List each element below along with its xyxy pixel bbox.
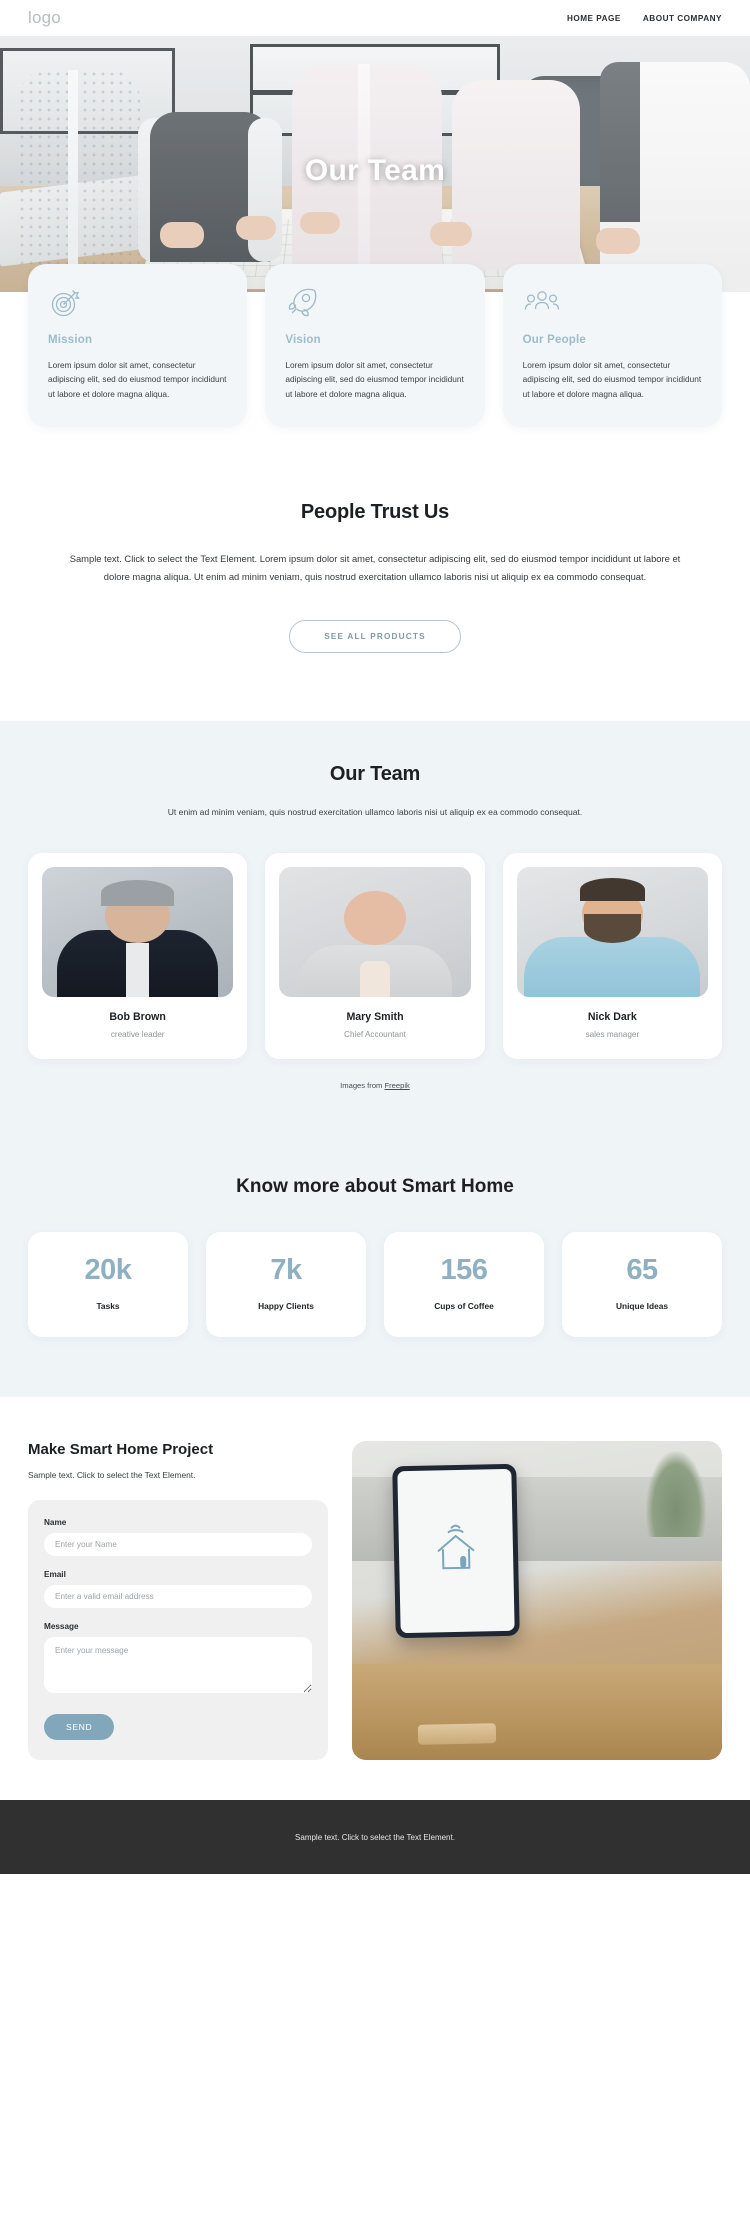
team-member-photo	[42, 867, 234, 998]
email-label: Email	[44, 1570, 66, 1580]
image-credit: Images from Freepik	[0, 1081, 750, 1090]
feature-text: Lorem ipsum dolor sit amet, consectetur …	[285, 360, 464, 399]
trust-button-wrap: SEE ALL PRODUCTS	[0, 620, 750, 654]
stat-card-tasks[interactable]: 20k Tasks	[28, 1232, 188, 1338]
stat-label: Cups of Coffee	[434, 1301, 494, 1312]
footer-text: Sample text. Click to select the Text El…	[295, 1832, 455, 1842]
contact-title: Make Smart Home Project	[28, 1441, 214, 1459]
contact-section: Make Smart Home Project Sample text. Cli…	[0, 1397, 750, 1801]
team-member-card[interactable]: Bob Brown creative leader	[28, 853, 248, 1060]
team-header: Our Team Ut enim ad minim veniam, quis n…	[0, 763, 750, 821]
freepik-link[interactable]: Freepik	[384, 1081, 409, 1090]
send-button[interactable]: SEND	[44, 1714, 115, 1741]
team-member-role: creative leader	[110, 1030, 165, 1040]
trust-text: Sample text. Click to select the Text El…	[69, 552, 681, 583]
name-label: Name	[44, 1518, 67, 1528]
stat-value: 7k	[270, 1254, 302, 1287]
stat-label: Tasks	[96, 1301, 120, 1312]
people-icon	[523, 286, 702, 320]
stats-grid: 20k Tasks 7k Happy Clients 156 Cups of C…	[0, 1232, 750, 1338]
hero-section: Our Team	[0, 36, 750, 292]
email-field-group: Email	[44, 1570, 312, 1609]
tablet-device	[392, 1463, 520, 1639]
feature-card-mission[interactable]: Mission Lorem ipsum dolor sit amet, cons…	[28, 264, 248, 427]
trust-section: People Trust Us Sample text. Click to se…	[0, 426, 750, 722]
feature-text: Lorem ipsum dolor sit amet, consectetur …	[48, 360, 227, 399]
team-member-photo	[516, 867, 708, 998]
name-field-group: Name	[44, 1518, 312, 1557]
trust-title: People Trust Us	[300, 500, 450, 523]
team-member-card[interactable]: Nick Dark sales manager	[502, 853, 722, 1060]
image-credit-prefix: Images from	[340, 1081, 385, 1091]
nav-item-about-company[interactable]: ABOUT COMPANY	[643, 14, 722, 23]
stat-card-happy-clients[interactable]: 7k Happy Clients	[206, 1232, 366, 1338]
see-all-products-button[interactable]: SEE ALL PRODUCTS	[289, 620, 461, 654]
feature-title: Vision	[285, 334, 321, 346]
nav-item-home-page[interactable]: HOME PAGE	[567, 14, 621, 23]
site-header: logo HOME PAGE ABOUT COMPANY	[0, 0, 750, 36]
stat-value: 156	[440, 1254, 488, 1287]
site-footer: Sample text. Click to select the Text El…	[0, 1800, 750, 1875]
stat-value: 65	[626, 1254, 658, 1287]
stat-label: Unique Ideas	[615, 1301, 669, 1312]
main-nav: HOME PAGE ABOUT COMPANY	[567, 14, 722, 23]
contact-subtitle: Sample text. Click to select the Text El…	[28, 1470, 196, 1481]
stat-label: Happy Clients	[258, 1301, 314, 1312]
stat-card-unique-ideas[interactable]: 65 Unique Ideas	[562, 1232, 722, 1338]
hero-title: Our Team	[304, 154, 446, 187]
message-label: Message	[44, 1622, 79, 1632]
stat-value: 20k	[84, 1254, 132, 1287]
page-root: logo HOME PAGE ABOUT COMPANY Our Team Mi…	[0, 0, 750, 1875]
contact-image	[352, 1441, 722, 1761]
stats-title: Know more about Smart Home	[236, 1176, 514, 1198]
message-textarea[interactable]	[44, 1637, 312, 1694]
target-icon	[48, 286, 227, 320]
team-section: Our Team Ut enim ad minim veniam, quis n…	[0, 721, 750, 1131]
feature-title: Our People	[522, 334, 587, 346]
tablet-stand	[417, 1723, 497, 1746]
message-field-group: Message	[44, 1622, 312, 1698]
feature-text: Lorem ipsum dolor sit amet, consectetur …	[522, 360, 702, 399]
contact-form-column: Make Smart Home Project Sample text. Cli…	[28, 1441, 328, 1761]
team-member-role: Chief Accountant	[344, 1030, 406, 1040]
feature-card-vision[interactable]: Vision Lorem ipsum dolor sit amet, conse…	[265, 264, 485, 427]
feature-card-our-people[interactable]: Our People Lorem ipsum dolor sit amet, c…	[502, 264, 722, 427]
team-member-role: sales manager	[585, 1030, 640, 1040]
stat-card-cups-of-coffee[interactable]: 156 Cups of Coffee	[384, 1232, 544, 1338]
feature-title: Mission	[48, 334, 93, 346]
team-member-photo	[279, 867, 471, 998]
site-logo[interactable]: logo	[28, 8, 61, 28]
feature-cards: Mission Lorem ipsum dolor sit amet, cons…	[0, 264, 750, 427]
team-member-name: Nick Dark	[587, 1011, 637, 1024]
rocket-icon	[285, 286, 464, 320]
email-input[interactable]	[44, 1585, 312, 1609]
name-input[interactable]	[44, 1533, 312, 1557]
team-member-name: Bob Brown	[109, 1011, 166, 1024]
stats-section: Know more about Smart Home 20k Tasks 7k …	[0, 1130, 750, 1398]
team-member-name: Mary Smith	[346, 1011, 404, 1024]
team-subtitle: Ut enim ad minim veniam, quis nostrud ex…	[167, 807, 583, 818]
team-grid: Bob Brown creative leader Mary Smith Chi…	[0, 853, 750, 1060]
contact-form: Name Email Message SEND	[28, 1500, 328, 1761]
team-member-card[interactable]: Mary Smith Chief Accountant	[265, 853, 485, 1060]
team-title: Our Team	[329, 763, 421, 786]
